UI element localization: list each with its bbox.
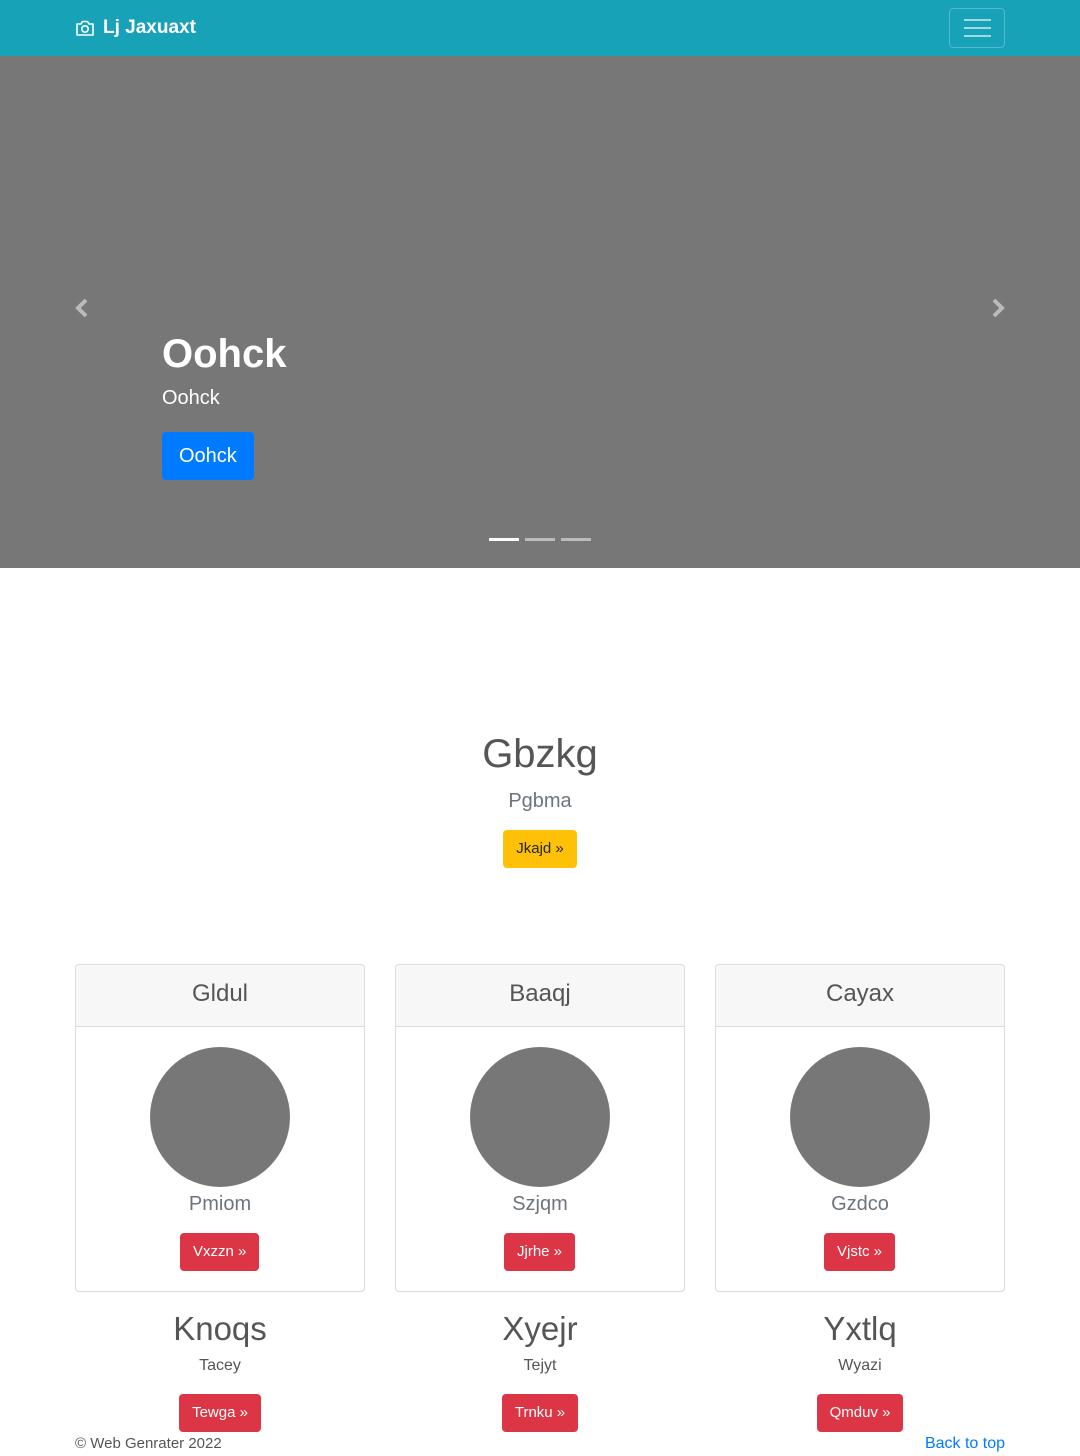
carousel-cta-button[interactable]: Oohck <box>162 432 254 480</box>
hamburger-line <box>963 27 991 29</box>
card-button[interactable]: Vjstc » <box>824 1233 896 1271</box>
column-text: Tejyt <box>523 1357 557 1374</box>
hero-button[interactable]: Jkajd » <box>503 830 577 868</box>
carousel-indicator-1[interactable] <box>489 538 519 541</box>
column-button[interactable]: Qmduv » <box>816 1394 904 1432</box>
column-title: Knoqs <box>173 1310 267 1347</box>
card-3: Cayax Gzdco Vjstc » <box>715 964 1005 1292</box>
card-text: Gzdco <box>831 1193 889 1215</box>
card-image-placeholder <box>470 1047 610 1187</box>
column-button[interactable]: Tewga » <box>179 1394 261 1432</box>
hamburger-line <box>963 35 991 37</box>
card-header: Gldul <box>76 965 364 1027</box>
column-title: Xyejr <box>502 1310 578 1347</box>
column-title: Yxtlq <box>823 1310 897 1347</box>
card-header: Cayax <box>716 965 1004 1027</box>
card-image-placeholder <box>790 1047 930 1187</box>
card-text: Pmiom <box>188 1193 252 1215</box>
navbar: Lj Jaxuaxt <box>0 0 1080 56</box>
carousel-indicator-2[interactable] <box>525 538 555 541</box>
card-header: Baaqj <box>396 965 684 1027</box>
card-image-placeholder <box>150 1047 290 1187</box>
column-button[interactable]: Trnku » <box>501 1394 579 1432</box>
carousel-indicators <box>489 538 591 541</box>
column-text: Tacey <box>199 1357 241 1374</box>
feature-column-3: Yxtlq Wyazi Qmduv » <box>715 1308 1005 1432</box>
carousel-text: Oohck <box>162 387 220 409</box>
carousel-caption: Oohck Oohck Oohck <box>162 330 286 480</box>
carousel-next-button[interactable] <box>978 288 1018 328</box>
hero-title: Gbzkg <box>482 732 598 776</box>
back-to-top-link[interactable]: Back to top <box>925 1434 1005 1454</box>
carousel-prev-button[interactable] <box>62 288 102 328</box>
column-text: Wyazi <box>838 1357 882 1374</box>
brand-label: Lj Jaxuaxt <box>103 17 196 38</box>
card-button[interactable]: Jjrhe » <box>504 1233 576 1271</box>
camera-icon <box>76 20 94 36</box>
carousel-indicator-3[interactable] <box>561 538 591 541</box>
card-button[interactable]: Vxzzn » <box>180 1233 260 1271</box>
hero-carousel: Oohck Oohck Oohck <box>0 56 1080 568</box>
chevron-left-icon <box>75 298 88 318</box>
card-1: Gldul Pmiom Vxzzn » <box>75 964 365 1292</box>
navbar-brand[interactable]: Lj Jaxuaxt <box>75 16 196 40</box>
navbar-toggler-button[interactable] <box>949 8 1005 48</box>
card-2: Baaqj Szjqm Jjrhe » <box>395 964 685 1292</box>
chevron-right-icon <box>992 298 1005 318</box>
hero-subtitle: Pgbma <box>508 790 572 812</box>
carousel-title: Oohck <box>162 332 287 376</box>
feature-column-1: Knoqs Tacey Tewga » <box>75 1308 365 1432</box>
hamburger-menu-icon <box>963 19 991 21</box>
feature-column-2: Xyejr Tejyt Trnku » <box>395 1308 685 1432</box>
card-text: Szjqm <box>512 1193 568 1215</box>
footer-copyright: © Web Genrater 2022 <box>75 1435 222 1452</box>
